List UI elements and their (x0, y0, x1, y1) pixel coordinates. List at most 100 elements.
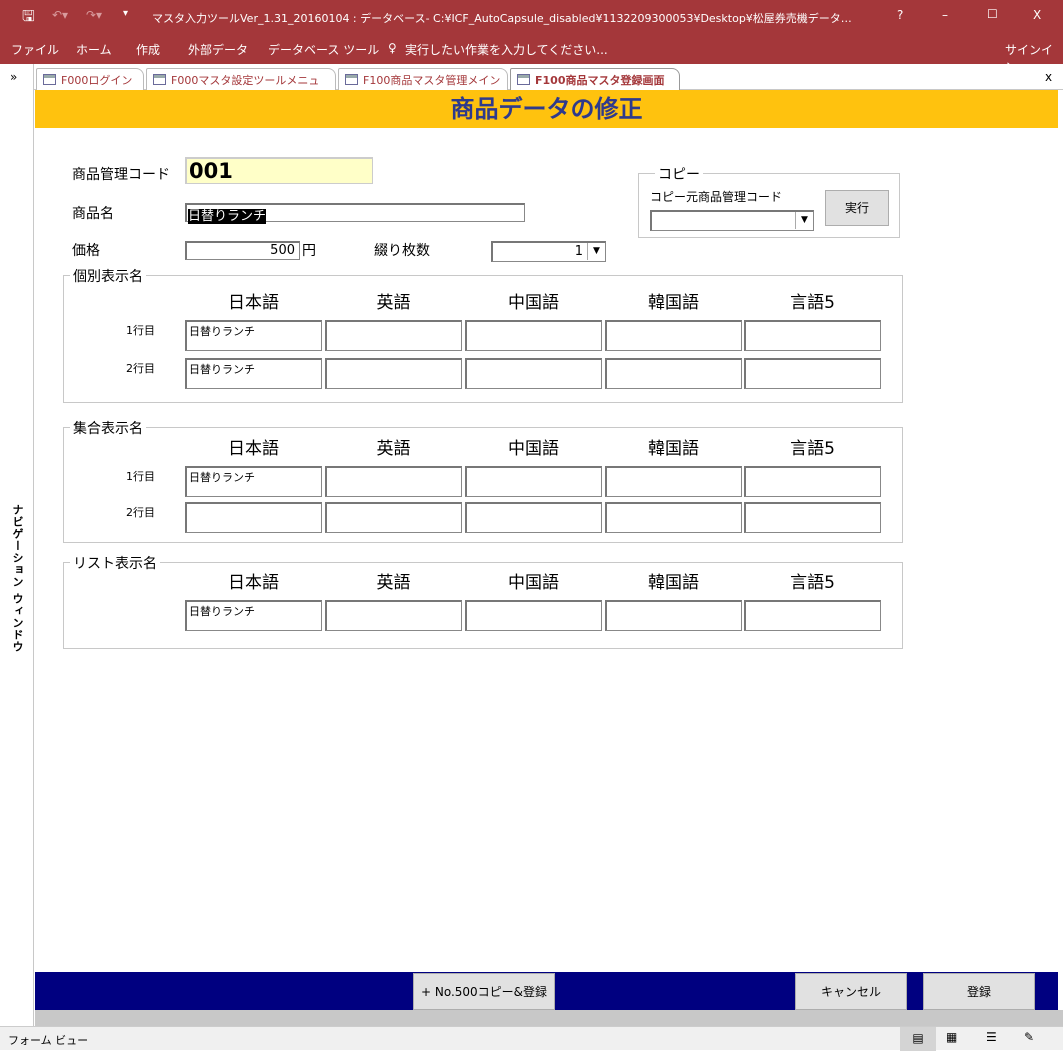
chevron-down-icon[interactable]: ▼ (795, 212, 813, 229)
list-name-field[interactable]: 日替りランチ (185, 600, 322, 631)
help-button[interactable]: ? (897, 8, 903, 22)
list-name-field[interactable] (605, 600, 742, 631)
row-label: 1行目 (126, 470, 155, 483)
design-view-icon[interactable]: ✎ (1024, 1030, 1034, 1044)
individual-name-field[interactable] (325, 320, 462, 351)
close-button[interactable]: X (1033, 8, 1041, 22)
price-label: 価格 (72, 243, 100, 259)
copy-source-label: コピー元商品管理コード (650, 190, 783, 204)
column-header: 日本語 (228, 439, 279, 459)
ribbon-tab-create[interactable]: 作成 (136, 41, 160, 58)
horizontal-scrollbar-area (35, 1010, 1063, 1026)
ribbon-tab-home[interactable]: ホーム (76, 41, 112, 58)
individual-name-field[interactable] (465, 358, 602, 389)
list-name-field[interactable] (325, 600, 462, 631)
copy-register-button[interactable]: + No.500コピー&登録 (413, 973, 555, 1010)
name-label: 商品名 (72, 206, 114, 222)
group-name-field[interactable] (465, 466, 602, 497)
individual-name-field[interactable] (605, 320, 742, 351)
ribbon-tab-database-tools[interactable]: データベース ツール (268, 41, 379, 58)
cancel-button[interactable]: キャンセル (795, 973, 907, 1010)
tab-f000-login[interactable]: F000ログイン (36, 68, 144, 90)
group-name-field[interactable] (744, 466, 881, 497)
code-field[interactable]: 001 (185, 157, 373, 184)
group-name-field[interactable]: 日替りランチ (185, 466, 322, 497)
individual-name-field[interactable] (465, 320, 602, 351)
copy-group: コピー コピー元商品管理コード ▼ 実行 (638, 164, 900, 238)
ribbon-tab-external-data[interactable]: 外部データ (188, 41, 248, 58)
ribbon: ファイル ホーム 作成 外部データ データベース ツール ♀ 実行したい作業を入… (0, 34, 1063, 74)
tell-me-input[interactable]: 実行したい作業を入力してください... (405, 41, 608, 58)
row-label: 2行目 (126, 506, 155, 519)
form-icon (153, 74, 166, 85)
code-label: 商品管理コード (72, 167, 170, 183)
form-view-icon[interactable]: ▤ (900, 1027, 936, 1051)
group-name-field[interactable] (605, 502, 742, 533)
column-header: 中国語 (508, 293, 559, 313)
maximize-button[interactable]: ☐ (987, 7, 998, 21)
group-name-field[interactable] (325, 466, 462, 497)
expand-nav-button[interactable]: » (10, 70, 17, 84)
tab-f000-menu[interactable]: F000マスタ設定ツールメニュー (146, 68, 336, 103)
register-button[interactable]: 登録 (923, 973, 1035, 1010)
group-group-title: 集合表示名 (70, 418, 146, 438)
group-name-field[interactable] (605, 466, 742, 497)
price-unit: 円 (302, 243, 316, 259)
column-header: 日本語 (228, 573, 279, 593)
run-copy-button[interactable]: 実行 (825, 190, 889, 226)
individual-name-field[interactable] (605, 358, 742, 389)
individual-name-field[interactable]: 日替りランチ (185, 320, 322, 351)
list-name-field[interactable] (465, 600, 602, 631)
column-header: 中国語 (508, 439, 559, 459)
form-footer: + No.500コピー&登録 キャンセル 登録 (35, 972, 1058, 1010)
individual-group-title: 個別表示名 (70, 266, 146, 286)
layout-view-icon[interactable]: ☰ (986, 1030, 997, 1044)
nav-pane-label: ナビゲーション ウィンドウ (11, 504, 24, 653)
column-header: 日本語 (228, 293, 279, 313)
tab-f100-main[interactable]: F100商品マスタ管理メイン (338, 68, 508, 90)
redo-icon[interactable]: ↷▾ (86, 8, 102, 22)
row-label: 2行目 (126, 362, 155, 375)
column-header: 言語5 (790, 439, 835, 459)
group-name-field[interactable] (465, 502, 602, 533)
group-name-field[interactable] (744, 502, 881, 533)
minimize-button[interactable]: – (942, 8, 948, 22)
lightbulb-icon: ♀ (388, 41, 397, 55)
list-group-title: リスト表示名 (70, 553, 160, 573)
undo-icon[interactable]: ↶▾ (52, 8, 68, 22)
close-tab-button[interactable]: x (1045, 70, 1052, 84)
status-bar: フォーム ビュー ▤ ▦ ☰ ✎ (0, 1026, 1063, 1051)
window-title: マスタ入力ツールVer_1.31_20160104 : データベース- C:¥I… (152, 12, 852, 25)
sheets-label: 綴り枚数 (374, 243, 430, 259)
navigation-pane[interactable]: » ナビゲーション ウィンドウ (0, 64, 34, 1026)
column-header: 英語 (376, 439, 411, 459)
form-icon (517, 74, 530, 85)
individual-name-field[interactable] (325, 358, 462, 389)
name-field[interactable]: 日替りランチ (185, 203, 525, 224)
sheets-combo[interactable]: 1 ▼ (491, 241, 606, 262)
document-tabs: F000ログイン F000マスタ設定ツールメニュー F100商品マスタ管理メイン… (34, 64, 1063, 103)
group-name-field[interactable] (185, 502, 322, 533)
column-header: 英語 (376, 573, 411, 593)
customize-icon[interactable]: ▾ (123, 8, 128, 19)
column-header: 中国語 (508, 573, 559, 593)
price-field[interactable]: 500 (185, 241, 300, 260)
individual-name-field[interactable] (744, 358, 881, 389)
group-name-field[interactable] (325, 502, 462, 533)
column-header: 言語5 (790, 293, 835, 313)
form-icon (345, 74, 358, 85)
ribbon-tab-file[interactable]: ファイル (11, 41, 59, 58)
chevron-down-icon[interactable]: ▼ (587, 243, 605, 260)
copy-source-combo[interactable]: ▼ (650, 210, 814, 231)
list-name-field[interactable] (744, 600, 881, 631)
save-icon[interactable]: 🖫 (22, 6, 35, 31)
tab-f100-register[interactable]: F100商品マスタ登録画面 (510, 68, 680, 90)
form-icon (43, 74, 56, 85)
form-header: 商品データの修正 (35, 90, 1058, 128)
column-header: 韓国語 (648, 439, 699, 459)
datasheet-view-icon[interactable]: ▦ (946, 1030, 957, 1044)
individual-name-field[interactable]: 日替りランチ (185, 358, 322, 389)
individual-name-field[interactable] (744, 320, 881, 351)
column-header: 韓国語 (648, 293, 699, 313)
column-header: 言語5 (790, 573, 835, 593)
